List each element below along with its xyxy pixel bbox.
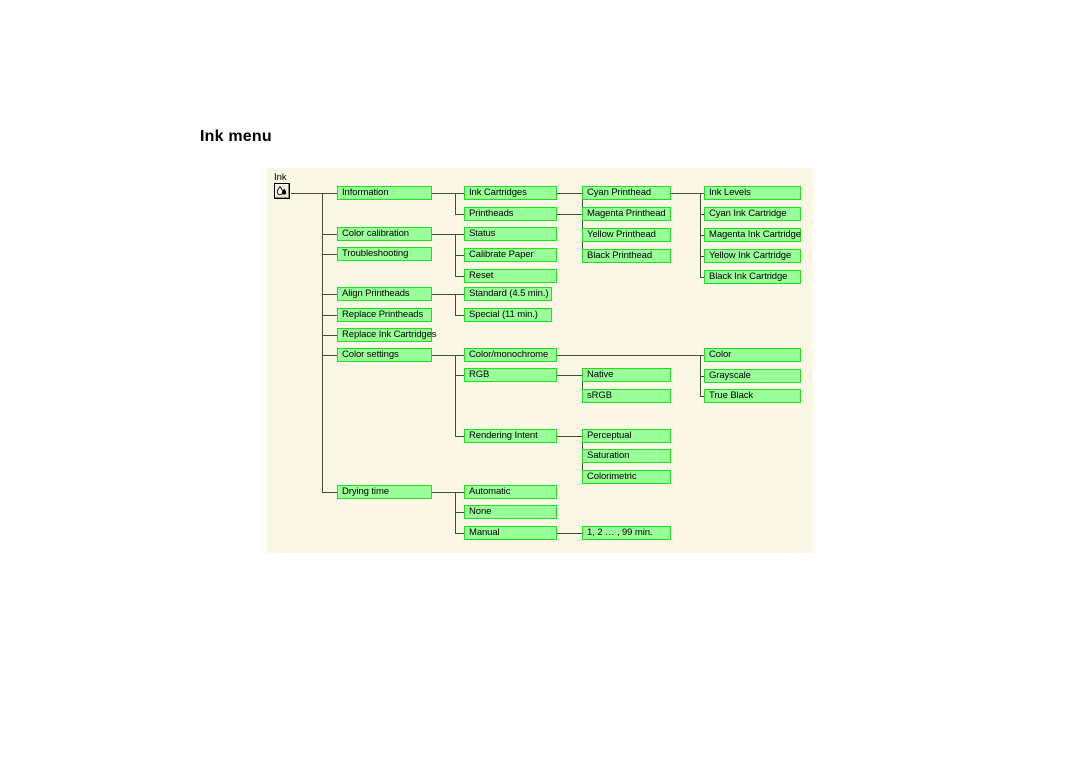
node-rgb[interactable]: RGB (464, 368, 557, 382)
node-true-black[interactable]: True Black (704, 389, 801, 403)
line-manual-out (557, 533, 582, 534)
line-stub-ink-cartridges (455, 193, 464, 194)
line-align-printheads-branch (455, 294, 456, 315)
line-stub-special (455, 315, 464, 316)
node-black-printhead[interactable]: Black Printhead (582, 249, 671, 263)
node-yellow-ink-cartridge[interactable]: Yellow Ink Cartridge (704, 249, 801, 263)
line-stub-color-calibration (322, 234, 337, 235)
line-stub-rgb (455, 375, 464, 376)
node-grayscale[interactable]: Grayscale (704, 369, 801, 383)
line-color-settings-branch (455, 355, 456, 436)
node-status[interactable]: Status (464, 227, 557, 241)
node-information[interactable]: Information (337, 186, 432, 200)
node-troubleshooting[interactable]: Troubleshooting (337, 247, 432, 261)
node-ink-levels[interactable]: Ink Levels (704, 186, 801, 200)
line-align-printheads-out (432, 294, 455, 295)
line-stub-align-printheads (322, 294, 337, 295)
line-stub-calibrate-paper (455, 255, 464, 256)
node-automatic[interactable]: Automatic (464, 485, 557, 499)
node-color[interactable]: Color (704, 348, 801, 362)
node-special[interactable]: Special (11 min.) (464, 308, 552, 322)
root-node-label: Ink (274, 172, 287, 183)
line-stub-reset (455, 276, 464, 277)
line-information-out (432, 193, 455, 194)
node-manual-range[interactable]: 1, 2 … , 99 min. (582, 526, 671, 540)
line-stub-color-monochrome (455, 355, 464, 356)
line-stub-standard (455, 294, 464, 295)
line-stub-replace-ink-cartridges (322, 335, 337, 336)
line-spine-col1 (322, 193, 323, 492)
node-drying-time[interactable]: Drying time (337, 485, 432, 499)
node-color-calibration[interactable]: Color calibration (337, 227, 432, 241)
line-stub-automatic (455, 492, 464, 493)
ink-drop-icon (274, 183, 290, 199)
line-stub-information (322, 193, 337, 194)
node-cyan-ink-cartridge[interactable]: Cyan Ink Cartridge (704, 207, 801, 221)
node-cyan-printhead[interactable]: Cyan Printhead (582, 186, 671, 200)
node-printheads[interactable]: Printheads (464, 207, 557, 221)
line-stub-status (455, 234, 464, 235)
node-magenta-ink-cartridge[interactable]: Magenta Ink Cartridge (704, 228, 801, 242)
node-align-printheads[interactable]: Align Printheads (337, 287, 432, 301)
line-stub-color-settings (322, 355, 337, 356)
node-black-ink-cartridge[interactable]: Black Ink Cartridge (704, 270, 801, 284)
line-stub-manual (455, 533, 464, 534)
node-ink-cartridges[interactable]: Ink Cartridges (464, 186, 557, 200)
line-color-calibration-out (432, 234, 455, 235)
node-saturation[interactable]: Saturation (582, 449, 671, 463)
line-root-to-spine (291, 193, 322, 194)
line-rendering-intent-out (557, 436, 582, 437)
line-drying-time-out (432, 492, 455, 493)
node-replace-ink-cartridges[interactable]: Replace Ink Cartridges (337, 328, 437, 342)
node-reset[interactable]: Reset (464, 269, 557, 283)
line-stub-replace-printheads (322, 315, 337, 316)
node-none[interactable]: None (464, 505, 557, 519)
node-magenta-printhead[interactable]: Magenta Printhead (582, 207, 671, 221)
node-color-monochrome[interactable]: Color/monochrome (464, 348, 557, 362)
line-rgb-out (557, 375, 582, 376)
node-srgb[interactable]: sRGB (582, 389, 671, 403)
line-printheads-branch (582, 193, 583, 256)
node-native[interactable]: Native (582, 368, 671, 382)
node-rendering-intent[interactable]: Rendering Intent (464, 429, 557, 443)
line-printheads-out (557, 214, 582, 215)
node-calibrate-paper[interactable]: Calibrate Paper (464, 248, 557, 262)
node-manual[interactable]: Manual (464, 526, 557, 540)
line-stub-drying-time (322, 492, 337, 493)
line-color-monochrome-out (557, 355, 700, 356)
page-title: Ink menu (200, 128, 272, 145)
line-stub-none (455, 512, 464, 513)
line-stub-rendering-intent (455, 436, 464, 437)
ink-menu-diagram: Ink Information Color calibration Troubl… (267, 168, 813, 553)
node-perceptual[interactable]: Perceptual (582, 429, 671, 443)
node-standard[interactable]: Standard (4.5 min.) (464, 287, 552, 301)
line-stub-troubleshooting (322, 254, 337, 255)
node-color-settings[interactable]: Color settings (337, 348, 432, 362)
line-color-settings-out (432, 355, 455, 356)
node-replace-printheads[interactable]: Replace Printheads (337, 308, 432, 322)
line-information-branch (455, 193, 456, 214)
line-stub-printheads (455, 214, 464, 215)
node-yellow-printhead[interactable]: Yellow Printhead (582, 228, 671, 242)
node-colorimetric[interactable]: Colorimetric (582, 470, 671, 484)
